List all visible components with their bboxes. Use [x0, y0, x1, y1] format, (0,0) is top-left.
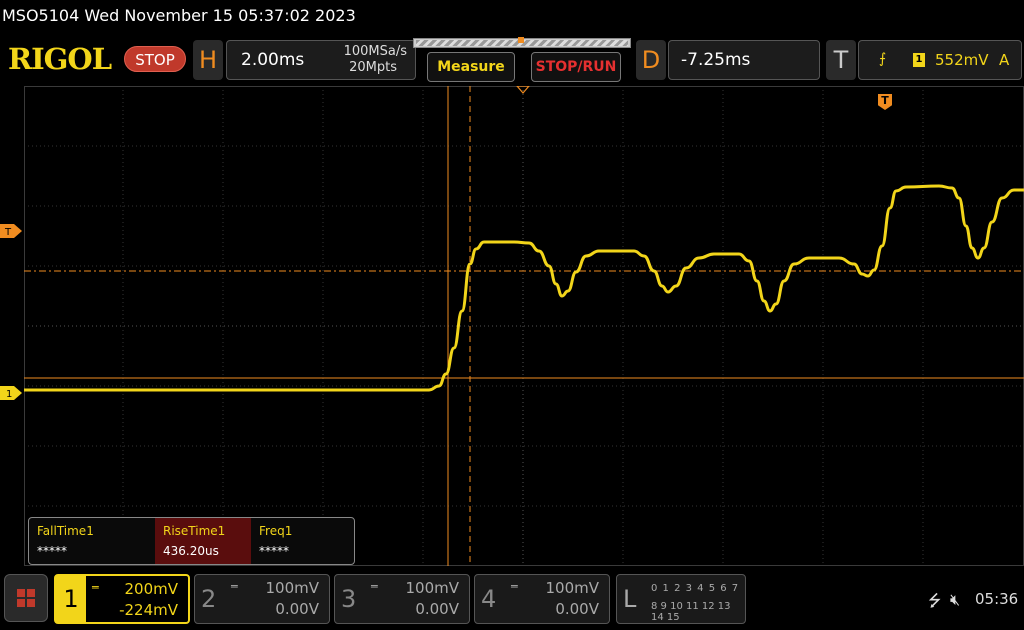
main-menu-button[interactable]: [4, 574, 48, 622]
logic-label: L: [623, 585, 637, 613]
horizontal-label[interactable]: H: [193, 40, 223, 80]
usb-icon: ⭍: [928, 591, 942, 610]
measurement-value: 436.20us: [163, 544, 219, 558]
trigger-label[interactable]: T: [826, 40, 856, 80]
channel-scale: 100mV: [265, 579, 319, 597]
trigger-level-marker-text: T: [4, 227, 12, 238]
horizontal-settings[interactable]: 2.00ms 100MSa/s 20Mpts: [226, 40, 416, 80]
channel-1-trace: [24, 184, 1024, 392]
measurement-name: RiseTime1: [163, 524, 226, 538]
menu-grid-icon: [27, 599, 35, 607]
channel-scale: 100mV: [405, 579, 459, 597]
trigger-mode: A: [999, 51, 1010, 69]
waveform-display[interactable]: T: [24, 86, 1024, 566]
measurement-value: *****: [37, 544, 67, 558]
channel-4-settings[interactable]: 4 ═ 100mV 0.00V: [474, 574, 610, 624]
delay-settings[interactable]: -7.25ms: [668, 40, 820, 80]
channel-number: 3: [341, 585, 357, 613]
rigol-logo: RIGOL: [8, 42, 112, 76]
title-bar: MSO5104 Wed November 15 05:37:02 2023: [0, 0, 1024, 34]
bottom-status-bar: 1 ═ 200mV -224mV 2 ═ 100mV 0.00V 3 ═ 100…: [0, 566, 1024, 630]
channel-number: 1: [56, 576, 86, 622]
measurement-name: Freq1: [259, 524, 293, 538]
measurement-item[interactable]: FallTime1 *****: [29, 518, 125, 564]
logic-channels-row2: 8 9 10 11 12 13 14 15: [651, 601, 731, 623]
delay-value: -7.25ms: [681, 50, 751, 70]
dc-coupling-icon: ═: [371, 580, 378, 593]
measurement-value: *****: [259, 544, 289, 558]
measurement-panel: FallTime1 ***** RiseTime1 436.20us Freq1…: [28, 517, 355, 565]
dc-coupling-icon: ═: [231, 580, 238, 593]
channel-1-settings[interactable]: 1 ═ 200mV -224mV: [54, 574, 190, 624]
channel-1-offset-marker[interactable]: 1: [0, 385, 22, 400]
top-toolbar: RIGOL STOP H 2.00ms 100MSa/s 20Mpts Meas…: [0, 34, 1024, 86]
channel-offset: 0.00V: [555, 600, 599, 618]
memory-depth: 20Mpts: [349, 60, 397, 75]
trigger-level: 552mV: [935, 51, 989, 69]
channel-number: 2: [201, 585, 217, 613]
dc-coupling-icon: ═: [511, 580, 518, 593]
measurement-item[interactable]: Freq1 *****: [251, 518, 347, 564]
trigger-level-marker[interactable]: T: [0, 223, 22, 238]
channel-3-settings[interactable]: 3 ═ 100mV 0.00V: [334, 574, 470, 624]
channel-offset: 0.00V: [275, 600, 319, 618]
channel-offset: -224mV: [119, 601, 178, 619]
mute-speaker-icon[interactable]: 🔇︎: [950, 590, 960, 610]
menu-grid-icon: [27, 589, 35, 597]
run-state-indicator[interactable]: STOP: [124, 46, 186, 72]
waveform-svg: [24, 86, 1024, 566]
channel-2-settings[interactable]: 2 ═ 100mV 0.00V: [194, 574, 330, 624]
measure-button[interactable]: Measure: [427, 52, 515, 82]
sample-rate: 100MSa/s: [343, 44, 407, 59]
menu-grid-icon: [17, 589, 25, 597]
timebase-value: 2.00ms: [241, 50, 305, 70]
channel-scale: 200mV: [124, 580, 178, 598]
channel-number: 4: [481, 585, 497, 613]
memory-position-marker: [518, 37, 524, 43]
channel-scale: 100mV: [545, 579, 599, 597]
grid-lines: [24, 86, 1024, 566]
rising-edge-icon: ⨍: [879, 51, 887, 67]
logic-analyzer-settings[interactable]: L 0 1 2 3 4 5 6 7 8 9 10 11 12 13 14 15: [616, 574, 746, 624]
dc-coupling-icon: ═: [92, 581, 99, 594]
window-title: MSO5104 Wed November 15 05:37:02 2023: [2, 6, 356, 25]
trigger-position-marker: [516, 86, 530, 94]
trigger-source: 1: [913, 53, 925, 67]
system-clock: 05:36: [975, 590, 1019, 608]
delay-label[interactable]: D: [636, 40, 666, 80]
measurement-item-selected[interactable]: RiseTime1 436.20us: [155, 518, 251, 564]
trigger-settings[interactable]: ⨍ 1 552mV A: [858, 40, 1022, 80]
measurement-name: FallTime1: [37, 524, 94, 538]
menu-grid-icon: [17, 599, 25, 607]
channel-1-offset-marker-text: 1: [6, 389, 12, 400]
stop-run-button[interactable]: STOP/RUN: [531, 52, 621, 82]
channel-offset: 0.00V: [415, 600, 459, 618]
logic-channels-row1: 0 1 2 3 4 5 6 7: [651, 583, 740, 594]
memory-position-strip[interactable]: [413, 37, 631, 48]
